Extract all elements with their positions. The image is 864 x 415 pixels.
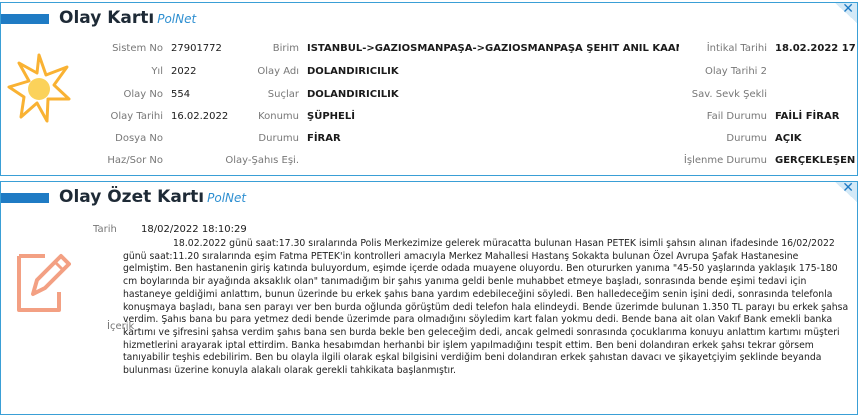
olay-ozet-karti-title: Olay Özet Kartı	[59, 187, 205, 207]
tarih-label: Tarih	[93, 224, 117, 235]
islenme-durumu-value: GERÇEKLEŞEN	[775, 155, 856, 166]
olay-tarihi-2-label: Olay Tarihi 2	[704, 66, 767, 77]
olay-no-label: Olay No	[123, 89, 163, 100]
yil-value: 2022	[171, 66, 197, 77]
tarih-value: 18/02/2022 18:10:29	[141, 224, 247, 235]
olay-adi-value: DOLANDIRICILIK	[307, 66, 399, 77]
card-title: Olay Kartı PolNet	[59, 8, 196, 28]
fail-durumu-value: FAİLİ FİRAR	[775, 111, 840, 122]
birim-value: İSTANBUL->GAZİOSMANPAŞA->GAZİOSMANPAŞA Ş…	[307, 43, 679, 54]
olay-karti-card: Olay Kartı PolNet ✕ Sistem No 27901772 Yı…	[0, 1, 858, 176]
durumu-2-label: Durumu	[726, 133, 767, 144]
durumu-2-value: AÇIK	[775, 133, 802, 144]
olay-karti-title: Olay Kartı	[59, 8, 155, 28]
dosya-no-label: Dosya No	[115, 133, 163, 144]
icerik-text: 18.02.2022 günü saat:17.30 sıralarında P…	[123, 238, 849, 377]
polnet-subtitle: PolNet	[207, 191, 247, 205]
birim-label: Birim	[272, 43, 299, 54]
fail-durumu-label: Fail Durumu	[706, 111, 767, 122]
olay-tarihi-label: Olay Tarihi	[110, 111, 163, 122]
durumu-label: Durumu	[258, 133, 299, 144]
polnet-subtitle: PolNet	[157, 12, 197, 26]
yil-label: Yıl	[151, 66, 163, 77]
starburst-icon	[7, 53, 71, 123]
card-title: Olay Özet Kartı PolNet	[59, 187, 246, 207]
olay-adi-label: Olay Adı	[257, 66, 299, 77]
olay-no-value: 554	[171, 89, 191, 100]
sistem-no-label: Sistem No	[112, 43, 163, 54]
suclar-label: Suçlar	[267, 89, 299, 100]
konumu-value: ŞÜPHELİ	[307, 111, 355, 122]
olay-sahis-esi-label: Olay-Şahıs Eşi.	[225, 155, 299, 166]
olay-ozet-karti-card: Olay Özet Kartı PolNet ✕ Tarih 18/02/2022…	[0, 180, 858, 415]
title-accent-bar	[1, 193, 49, 203]
document-edit-icon	[17, 254, 71, 312]
close-icon[interactable]: ✕	[842, 1, 854, 17]
close-button[interactable]: ✕	[835, 180, 857, 202]
suclar-value: DOLANDIRICILIK	[307, 89, 399, 100]
title-accent-bar	[1, 14, 49, 24]
intikal-tarihi-value: 18.02.2022 17:20	[775, 43, 855, 54]
close-icon[interactable]: ✕	[842, 180, 854, 196]
durumu-value: FİRAR	[307, 133, 341, 144]
islenme-durumu-label: İşlenme Durumu	[683, 155, 767, 166]
konumu-label: Konumu	[258, 111, 299, 122]
sav-sevk-sekli-label: Sav. Sevk Şekli	[691, 89, 767, 100]
haz-sor-no-label: Haz/Sor No	[107, 155, 163, 166]
intikal-tarihi-label: İntikal Tarihi	[706, 43, 767, 54]
close-button[interactable]: ✕	[835, 1, 857, 23]
